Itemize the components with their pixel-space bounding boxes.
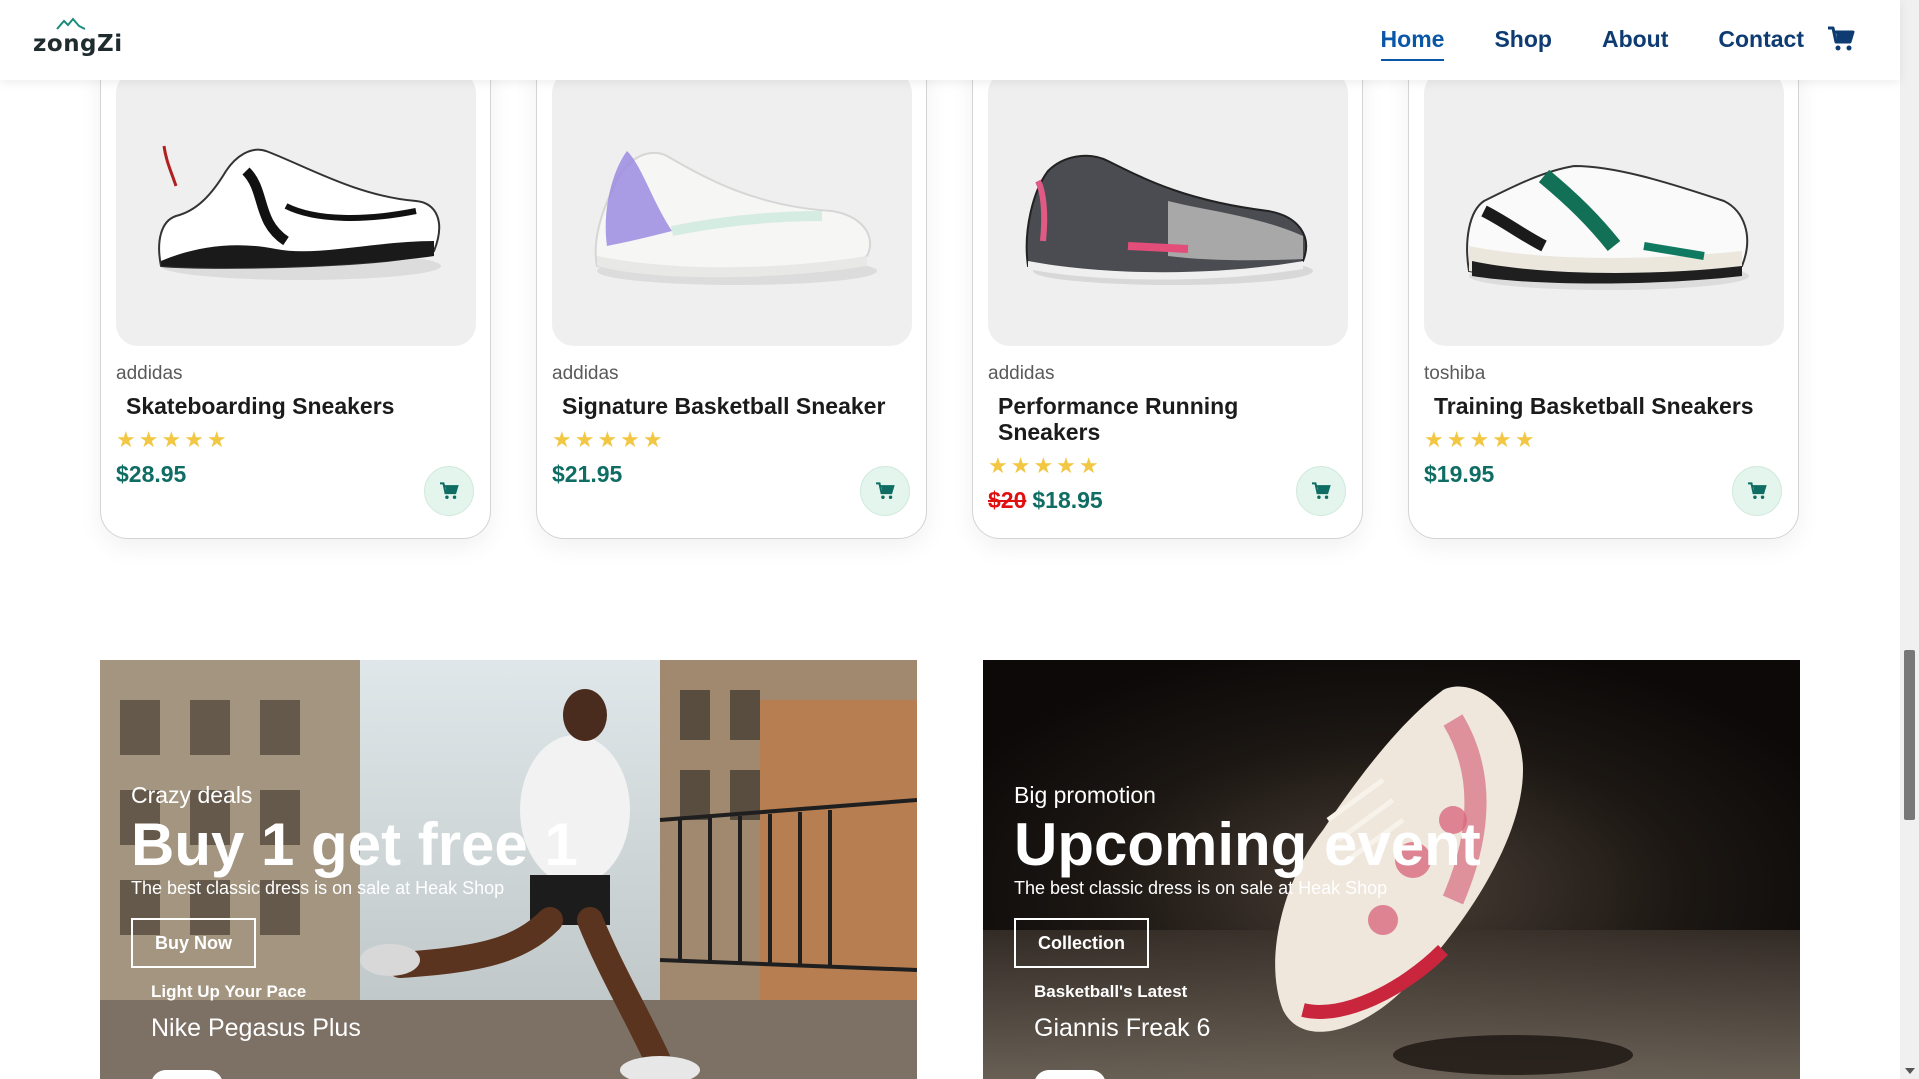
banner-subtitle: The best classic dress is on sale at Hea… [131,878,505,898]
product-image[interactable] [1424,71,1784,346]
page: zongZi Home Shop About Contact addidas S… [0,0,1919,1079]
feature-title[interactable]: Nike Pegasus Plus [151,1014,361,1043]
current-price: $19.95 [1424,461,1495,487]
product-brand: addidas [988,363,1055,384]
product-image[interactable] [988,71,1348,346]
product-price: $21.95 [552,461,622,488]
feature-kicker: Light Up Your Pace [151,982,307,1001]
promo-banner[interactable]: Big promotion Upcoming event The best cl… [983,660,1800,1079]
nav-about[interactable]: About [1602,26,1668,61]
rating-stars: ★★★★★ [1424,427,1538,452]
product-title[interactable]: Training Basketball Sneakers [1434,393,1764,419]
add-to-cart-button[interactable] [424,466,474,516]
product-card[interactable]: addidas Performance Running Sneakers ★★★… [972,40,1363,539]
feature-title[interactable]: Giannis Freak 6 [1034,1014,1210,1043]
product-image[interactable] [552,71,912,346]
banner-kicker: Crazy deals [131,782,253,808]
product-title[interactable]: Signature Basketball Sneaker [562,393,892,419]
feature-kicker: Basketball's Latest [1034,982,1188,1001]
banner-subtitle: The best classic dress is on sale at Hea… [1014,878,1388,898]
promo-banner[interactable]: Crazy deals Buy 1 get free 1 The best cl… [100,660,917,1079]
add-to-cart-button[interactable] [1296,466,1346,516]
scroll-down-arrow-icon[interactable] [1905,1068,1915,1074]
feature-pill-button[interactable] [151,1070,223,1079]
main-nav: Home Shop About Contact [1331,26,1804,61]
product-title[interactable]: Skateboarding Sneakers [126,393,456,419]
rating-stars: ★★★★★ [116,427,230,452]
banner-headline: Upcoming event [1014,811,1481,878]
current-price: $21.95 [552,461,623,487]
mountain-logo-icon [56,17,86,30]
product-title[interactable]: Performance Running Sneakers [998,393,1328,445]
nav-home[interactable]: Home [1380,26,1445,61]
product-brand: addidas [552,363,619,384]
add-to-cart-button[interactable] [860,466,910,516]
cart-icon [1748,482,1767,499]
product-card[interactable]: addidas Skateboarding Sneakers ★★★★★ $28… [100,40,491,539]
rating-stars: ★★★★★ [552,427,666,452]
cart-icon[interactable] [1827,26,1855,52]
product-image[interactable] [116,71,476,346]
product-brand: toshiba [1424,363,1486,384]
cart-icon [440,482,459,499]
feature-pill-button[interactable] [1034,1070,1106,1079]
banner-kicker: Big promotion [1014,782,1156,808]
nav-contact[interactable]: Contact [1718,26,1804,61]
product-price: $20 $18.95 [988,487,1103,514]
product-price: $19.95 [1424,461,1494,488]
current-price: $28.95 [116,461,187,487]
logo[interactable]: zongZi [33,17,122,57]
collection-button[interactable]: Collection [1014,918,1150,968]
product-brand: addidas [116,363,183,384]
product-price: $28.95 [116,461,186,488]
logo-text: zongZi [33,31,123,57]
current-price: $18.95 [1032,487,1103,513]
product-card[interactable]: addidas Signature Basketball Sneaker ★★★… [536,40,927,539]
site-header: zongZi Home Shop About Contact [0,0,1900,80]
scrollbar-thumb[interactable] [1904,650,1915,820]
old-price: $20 [988,487,1027,513]
buy-now-button[interactable]: Buy Now [131,918,257,968]
banner-headline: Buy 1 get free 1 [131,811,578,878]
cart-icon [1312,482,1331,499]
rating-stars: ★★★★★ [988,453,1102,478]
add-to-cart-button[interactable] [1732,466,1782,516]
nav-shop[interactable]: Shop [1494,26,1552,61]
cart-icon [876,482,895,499]
vertical-scrollbar[interactable] [1900,0,1919,1079]
product-card[interactable]: toshiba Training Basketball Sneakers ★★★… [1408,40,1799,539]
